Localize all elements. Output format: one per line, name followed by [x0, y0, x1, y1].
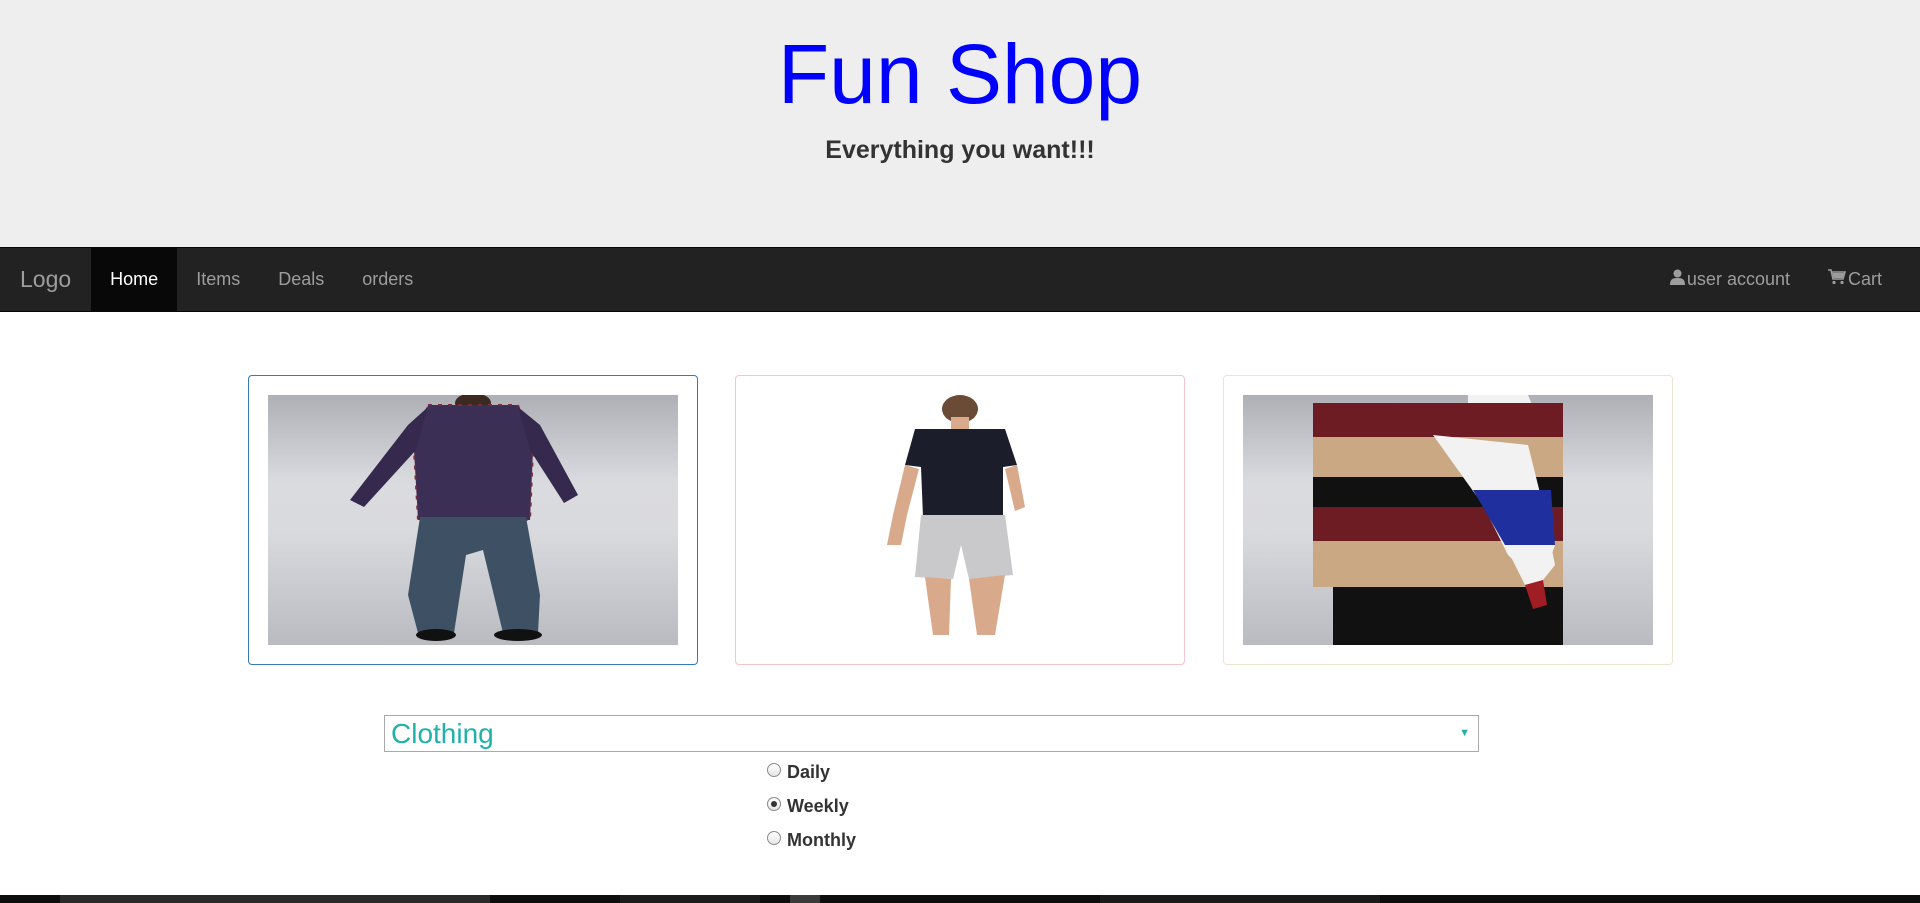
radio-option-monthly[interactable]: Monthly [767, 823, 856, 857]
navbar-right: user account Cart [1651, 248, 1920, 311]
striped-sweater-figure [1313, 395, 1563, 645]
user-icon [1669, 269, 1685, 290]
carousel-strip-segment [60, 895, 490, 903]
header-jumbotron: Fun Shop Everything you want!!! [0, 0, 1920, 247]
nav-item-user-account[interactable]: user account [1651, 248, 1809, 311]
category-select[interactable]: Clothing ▼ [384, 715, 1479, 752]
navbar-brand-logo[interactable]: Logo [0, 248, 91, 311]
carousel-strip-segment [620, 895, 760, 903]
cart-label: Cart [1847, 269, 1882, 289]
chevron-down-icon: ▼ [1459, 727, 1470, 739]
product-image-tshirt-shorts[interactable] [755, 395, 1165, 645]
site-tagline: Everything you want!!! [825, 136, 1095, 164]
site-title: Fun Shop [777, 27, 1143, 121]
carousel-edge-strip [0, 895, 1920, 903]
radio-button-weekly[interactable] [767, 797, 781, 811]
plaid-shirt-figure [350, 395, 578, 641]
category-selected-value: Clothing [391, 718, 494, 749]
product-card[interactable] [735, 375, 1185, 665]
main-navbar: Logo Home Items Deals orders user accoun… [0, 247, 1920, 312]
carousel-strip-segment [790, 895, 820, 903]
navbar-left: Logo Home Items Deals orders [0, 248, 432, 311]
nav-item-items[interactable]: Items [177, 248, 259, 311]
nav-item-orders[interactable]: orders [343, 248, 432, 311]
radio-button-daily[interactable] [767, 763, 781, 777]
radio-option-daily[interactable]: Daily [767, 755, 856, 789]
radio-button-monthly[interactable] [767, 831, 781, 845]
radio-label-monthly: Monthly [787, 829, 856, 850]
nav-item-deals[interactable]: Deals [259, 248, 343, 311]
radio-label-weekly: Weekly [787, 795, 849, 816]
cart-icon [1827, 269, 1847, 290]
nav-item-cart[interactable]: Cart [1809, 248, 1920, 311]
frequency-radio-group: Daily Weekly Monthly [767, 755, 856, 857]
carousel-strip-segment [1100, 895, 1380, 903]
radio-option-weekly[interactable]: Weekly [767, 789, 856, 823]
product-card[interactable] [248, 375, 698, 665]
user-account-label: user account [1686, 269, 1790, 289]
product-image-plaid-shirt[interactable] [268, 395, 678, 645]
product-gallery [248, 375, 1674, 665]
tshirt-shorts-figure [887, 395, 1025, 635]
radio-label-daily: Daily [787, 761, 831, 782]
product-card[interactable] [1223, 375, 1673, 665]
nav-item-home[interactable]: Home [91, 248, 178, 311]
product-image-striped-sweater[interactable] [1243, 395, 1653, 645]
